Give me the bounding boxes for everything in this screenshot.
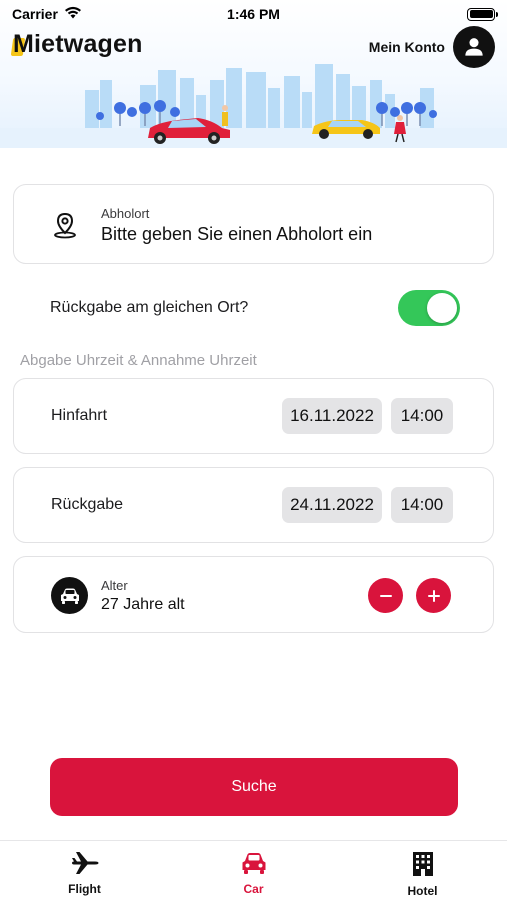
battery-icon [467,7,498,21]
age-row: Alter 27 Jahre alt [13,556,494,633]
toggle-knob [427,293,457,323]
building-icon [412,852,433,876]
tab-car[interactable]: Car [169,841,338,900]
tab-flight[interactable]: Flight [0,841,169,900]
account-button[interactable]: Mein Konto [369,26,495,68]
minus-icon [379,594,392,597]
outbound-time-picker[interactable]: 14:00 [391,398,453,434]
outbound-row: Hinfahrt 16.11.2022 14:00 [13,378,494,454]
car-icon [242,853,265,874]
user-avatar-icon[interactable] [453,26,495,68]
tab-hotel-label: Hotel [407,884,438,898]
tab-bar: Flight Car Hotel [0,840,507,900]
return-date-picker[interactable]: 24.11.2022 [282,487,382,523]
same-return-label: Rückgabe am gleichen Ort? [50,299,249,316]
tab-car-label: Car [243,882,264,896]
return-row: Rückgabe 24.11.2022 14:00 [13,467,494,543]
airplane-icon [71,852,98,874]
same-return-toggle[interactable] [398,290,460,326]
location-pin-icon [52,211,78,244]
status-bar: Carrier 1:46 PM [0,0,507,28]
tab-flight-label: Flight [68,882,101,896]
pickup-label: Abholort [101,206,150,221]
age-label: Alter [101,578,128,593]
carrier-label: Carrier [12,6,58,22]
age-increase-button[interactable] [416,578,451,613]
same-return-row: Rückgabe am gleichen Ort? [50,290,460,326]
pickup-placeholder[interactable]: Bitte geben Sie einen Abholort ein [101,224,372,245]
tab-hotel[interactable]: Hotel [338,841,507,900]
outbound-date-picker[interactable]: 16.11.2022 [282,398,382,434]
outbound-label: Hinfahrt [51,407,108,424]
age-decrease-button[interactable] [368,578,403,613]
pickup-location-field[interactable]: Abholort Bitte geben Sie einen Abholort … [13,184,494,264]
wifi-icon [64,6,82,22]
plus-icon [427,589,440,602]
search-button[interactable]: Suche [50,758,458,816]
clock: 1:46 PM [227,6,280,22]
return-label: Rückgabe [51,496,124,513]
car-icon [51,577,88,614]
app-title: Mietwagen [13,30,143,58]
age-value: 27 Jahre alt [101,596,185,613]
return-time-picker[interactable]: 14:00 [391,487,453,523]
times-section-label: Abgabe Uhrzeit & Annahme Uhrzeit [20,352,257,369]
account-label: Mein Konto [368,39,445,55]
